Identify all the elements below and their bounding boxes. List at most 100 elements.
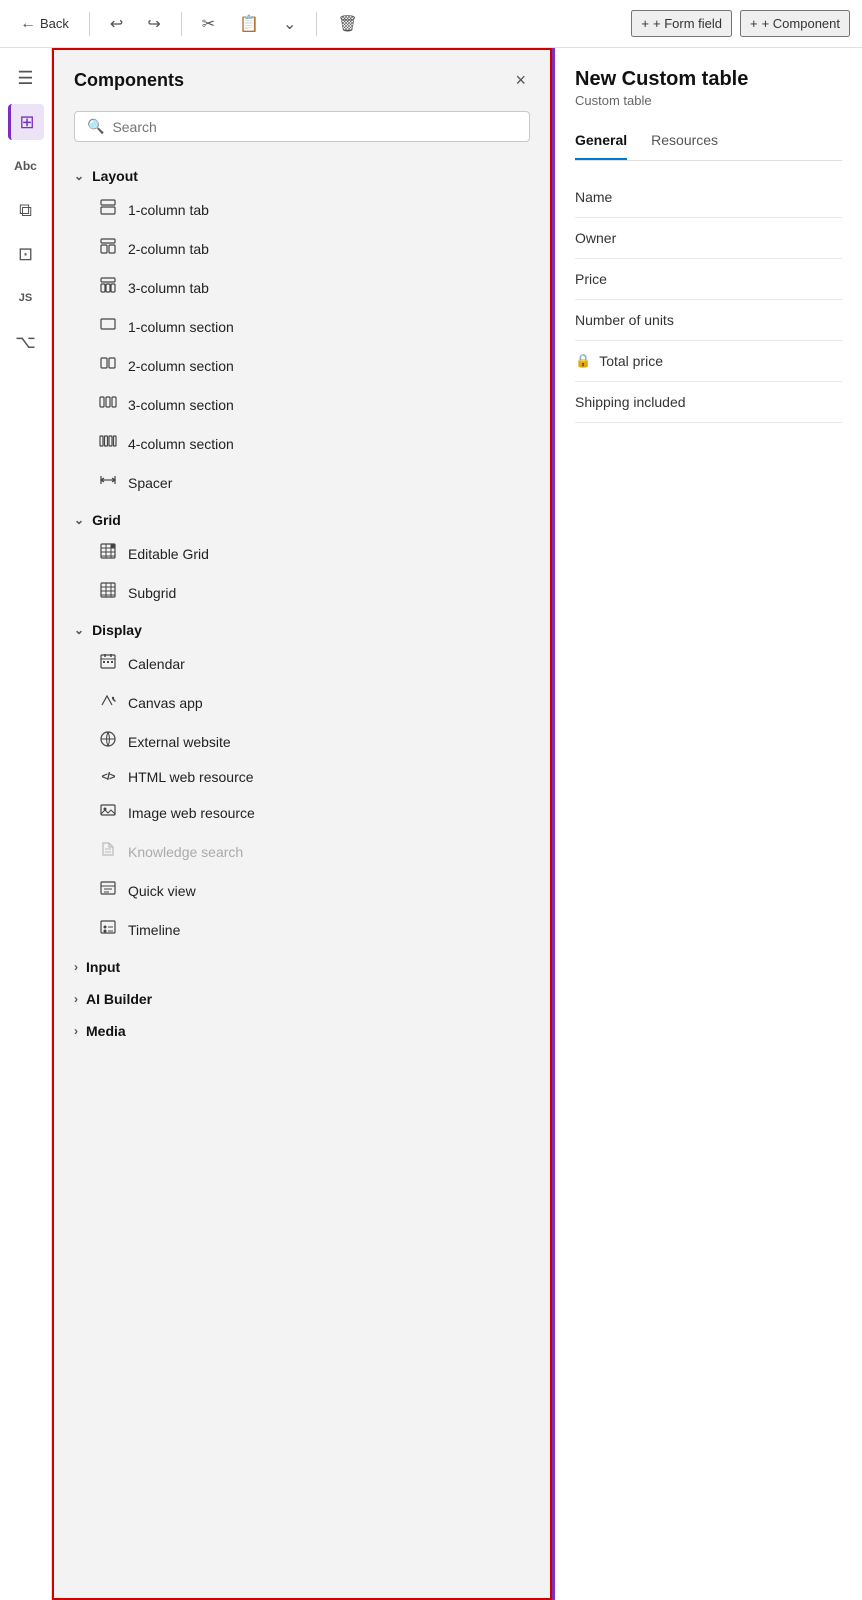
category-media-header[interactable]: Media: [74, 1013, 530, 1045]
undo-icon: ↩: [110, 14, 123, 34]
component-canvas-app[interactable]: Canvas app: [74, 683, 530, 722]
component-3column-tab[interactable]: 3-column tab: [74, 268, 530, 307]
category-ai-label: AI Builder: [86, 991, 152, 1007]
html-icon: </>: [98, 771, 118, 783]
component-external-website[interactable]: External website: [74, 722, 530, 761]
toolbar-divider-1: [89, 12, 90, 36]
add-component-button[interactable]: + + Component: [740, 10, 850, 37]
delete-icon: 🗑: [337, 14, 357, 34]
component-editable-grid[interactable]: Editable Grid: [74, 534, 530, 573]
tab-general[interactable]: General: [575, 124, 627, 160]
component-spacer[interactable]: Spacer: [74, 463, 530, 502]
image-web-resource-label: Image web resource: [128, 805, 255, 821]
search-box: 🔍: [74, 111, 530, 142]
2col-section-label: 2-column section: [128, 358, 234, 374]
add-form-field-button[interactable]: + + Form field: [631, 10, 732, 37]
back-button[interactable]: ← Back: [12, 11, 77, 37]
component-1column-tab[interactable]: 1-column tab: [74, 190, 530, 229]
field-owner-label: Owner: [575, 230, 616, 246]
search-input[interactable]: [112, 119, 517, 135]
field-total-price: 🔒 Total price: [575, 341, 842, 382]
field-number-of-units: Number of units: [575, 300, 842, 341]
components-panel: Components × 🔍 Layout 1-column tab: [52, 48, 552, 1600]
3col-tab-label: 3-column tab: [128, 280, 209, 296]
panel-close-button[interactable]: ×: [511, 66, 530, 95]
plus-icon-component: +: [750, 16, 758, 31]
4col-section-label: 4-column section: [128, 436, 234, 452]
category-layout-header[interactable]: Layout: [74, 158, 530, 190]
component-2column-tab[interactable]: 2-column tab: [74, 229, 530, 268]
editable-grid-label: Editable Grid: [128, 546, 209, 562]
sidebar-item-layers[interactable]: ⧉: [8, 192, 44, 228]
knowledge-search-label: Knowledge search: [128, 844, 243, 860]
field-price: Price: [575, 259, 842, 300]
subgrid-icon: [98, 581, 118, 604]
field-total-price-label: Total price: [599, 353, 663, 369]
1col-section-icon: [98, 315, 118, 338]
component-image-web-resource[interactable]: Image web resource: [74, 793, 530, 832]
field-price-label: Price: [575, 271, 607, 287]
category-ai-header[interactable]: AI Builder: [74, 981, 530, 1013]
dropdown-button[interactable]: ⌄: [275, 10, 304, 38]
component-subgrid[interactable]: Subgrid: [74, 573, 530, 612]
panel-title: Components: [74, 70, 184, 91]
grid-arrow-icon: [74, 513, 84, 527]
field-shipping-included: Shipping included: [575, 382, 842, 423]
external-website-icon: [98, 730, 118, 753]
4col-section-icon: [98, 432, 118, 455]
redo-button[interactable]: ↪: [139, 10, 168, 38]
component-calendar[interactable]: Calendar: [74, 644, 530, 683]
calendar-label: Calendar: [128, 656, 185, 672]
field-name: Name: [575, 177, 842, 218]
knowledge-search-icon: [98, 840, 118, 863]
sidebar-item-grid[interactable]: ⊞: [8, 104, 44, 140]
panel-header: Components ×: [54, 50, 550, 103]
paste-button[interactable]: 📋: [231, 10, 267, 38]
3col-section-label: 3-column section: [128, 397, 234, 413]
sidebar-item-text[interactable]: Abc: [8, 148, 44, 184]
sidebar-item-connector[interactable]: ⌥: [8, 324, 44, 360]
redo-icon: ↪: [147, 14, 160, 34]
field-list: Name Owner Price Number of units 🔒 Total…: [575, 177, 842, 423]
category-input-header[interactable]: Input: [74, 949, 530, 981]
undo-button[interactable]: ↩: [102, 10, 131, 38]
component-3column-section[interactable]: 3-column section: [74, 385, 530, 424]
category-display-header[interactable]: Display: [74, 612, 530, 644]
canvas-app-label: Canvas app: [128, 695, 203, 711]
1col-tab-label: 1-column tab: [128, 202, 209, 218]
component-knowledge-search: Knowledge search: [74, 832, 530, 871]
toolbar-divider-2: [181, 12, 182, 36]
field-shipping-label: Shipping included: [575, 394, 686, 410]
html-web-resource-label: HTML web resource: [128, 769, 254, 785]
cut-button[interactable]: ✂: [194, 10, 223, 38]
right-panel: New Custom table Custom table General Re…: [552, 48, 862, 1600]
component-1column-section[interactable]: 1-column section: [74, 307, 530, 346]
component-2column-section[interactable]: 2-column section: [74, 346, 530, 385]
connector-icon: ⌥: [15, 332, 36, 353]
delete-button[interactable]: 🗑: [329, 10, 365, 38]
2col-tab-icon: [98, 237, 118, 260]
input-arrow-icon: [74, 960, 78, 974]
cut-icon: ✂: [202, 14, 215, 34]
component-timeline[interactable]: Timeline: [74, 910, 530, 949]
sidebar-item-js[interactable]: JS: [8, 280, 44, 316]
layers-icon: ⧉: [19, 200, 32, 221]
component-quick-view[interactable]: Quick view: [74, 871, 530, 910]
3col-tab-icon: [98, 276, 118, 299]
ai-arrow-icon: [74, 992, 78, 1006]
display-arrow-icon: [74, 623, 84, 637]
sidebar-item-table[interactable]: ⊡: [8, 236, 44, 272]
toolbar: ← Back ↩ ↪ ✂ 📋 ⌄ 🗑 + + Form field + + Co…: [0, 0, 862, 48]
category-grid-header[interactable]: Grid: [74, 502, 530, 534]
component-4column-section[interactable]: 4-column section: [74, 424, 530, 463]
1col-tab-icon: [98, 198, 118, 221]
category-display-label: Display: [92, 622, 142, 638]
sidebar-item-hamburger[interactable]: ☰: [8, 60, 44, 96]
field-owner: Owner: [575, 218, 842, 259]
tab-resources[interactable]: Resources: [651, 124, 718, 160]
calendar-icon: [98, 652, 118, 675]
category-grid-label: Grid: [92, 512, 121, 528]
component-html-web-resource[interactable]: </> HTML web resource: [74, 761, 530, 793]
table-icon: ⊡: [18, 244, 33, 265]
category-media-label: Media: [86, 1023, 126, 1039]
